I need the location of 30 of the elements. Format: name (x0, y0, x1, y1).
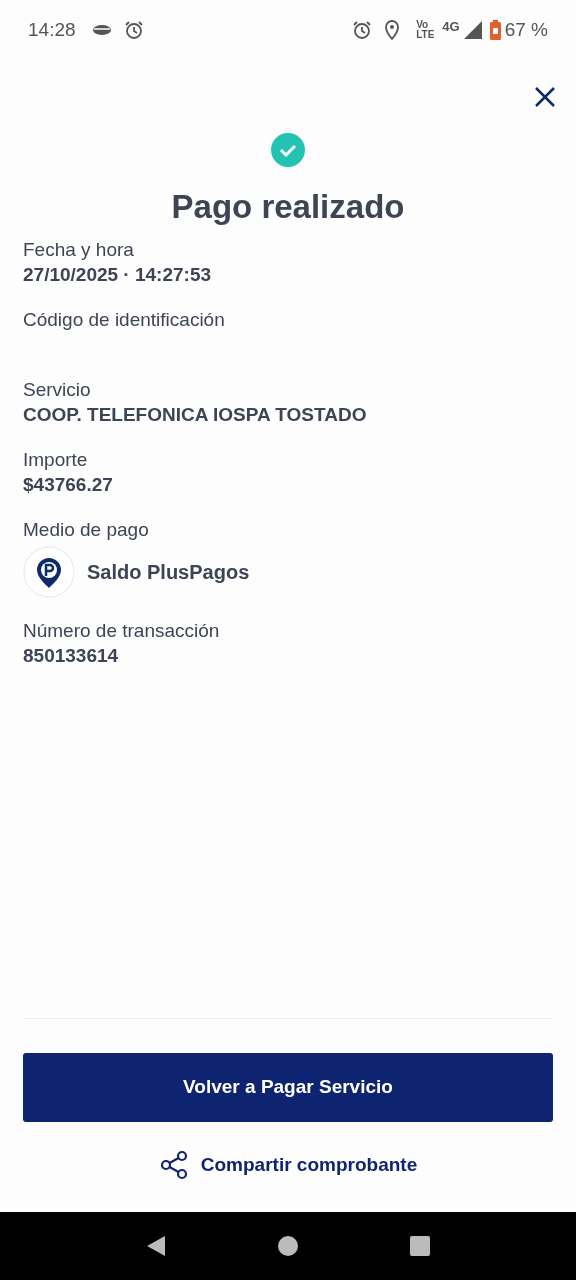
field-label: Código de identificación (23, 308, 226, 332)
primary-button[interactable]: Volver a Pagar Servicio (23, 1053, 553, 1122)
field-label: Medio de pago (23, 518, 150, 542)
payment-method-name: Saldo PlusPagos (87, 560, 250, 585)
alarm-icon (352, 20, 373, 40)
field-value: 850133614 (23, 644, 120, 668)
signal-icon (463, 21, 482, 39)
field-value: 27/10/2025 · 14:27:53 (23, 263, 213, 287)
field-label: Servicio (23, 378, 92, 402)
close-icon[interactable] (534, 86, 556, 108)
field-value: COOP. TELEFONICA IOSPA TOSTADO (23, 403, 368, 427)
field-label: Fecha y hora (23, 238, 135, 262)
alarm-icon (123, 20, 144, 40)
location-icon (384, 20, 401, 40)
share-icon (158, 1150, 189, 1180)
page-title: Pago realizado (170, 187, 406, 227)
clock-time: 14:28 (28, 17, 76, 42)
recents-icon[interactable] (409, 1235, 431, 1257)
field-label: Importe (23, 448, 89, 472)
home-icon[interactable] (277, 1235, 299, 1257)
location-pin-icon (23, 546, 75, 598)
share-link[interactable]: Compartir comprobante (158, 1150, 418, 1180)
field-label: Número de transacción (23, 619, 221, 643)
network-type: 4G (442, 18, 460, 36)
battery-icon (489, 20, 501, 40)
success-check-icon (271, 133, 305, 167)
back-icon[interactable] (145, 1234, 167, 1258)
field-value: $43766.27 (23, 473, 114, 497)
battery-percentage: 67 % (504, 17, 548, 42)
volte-indicator: Vo LTE (416, 20, 435, 40)
